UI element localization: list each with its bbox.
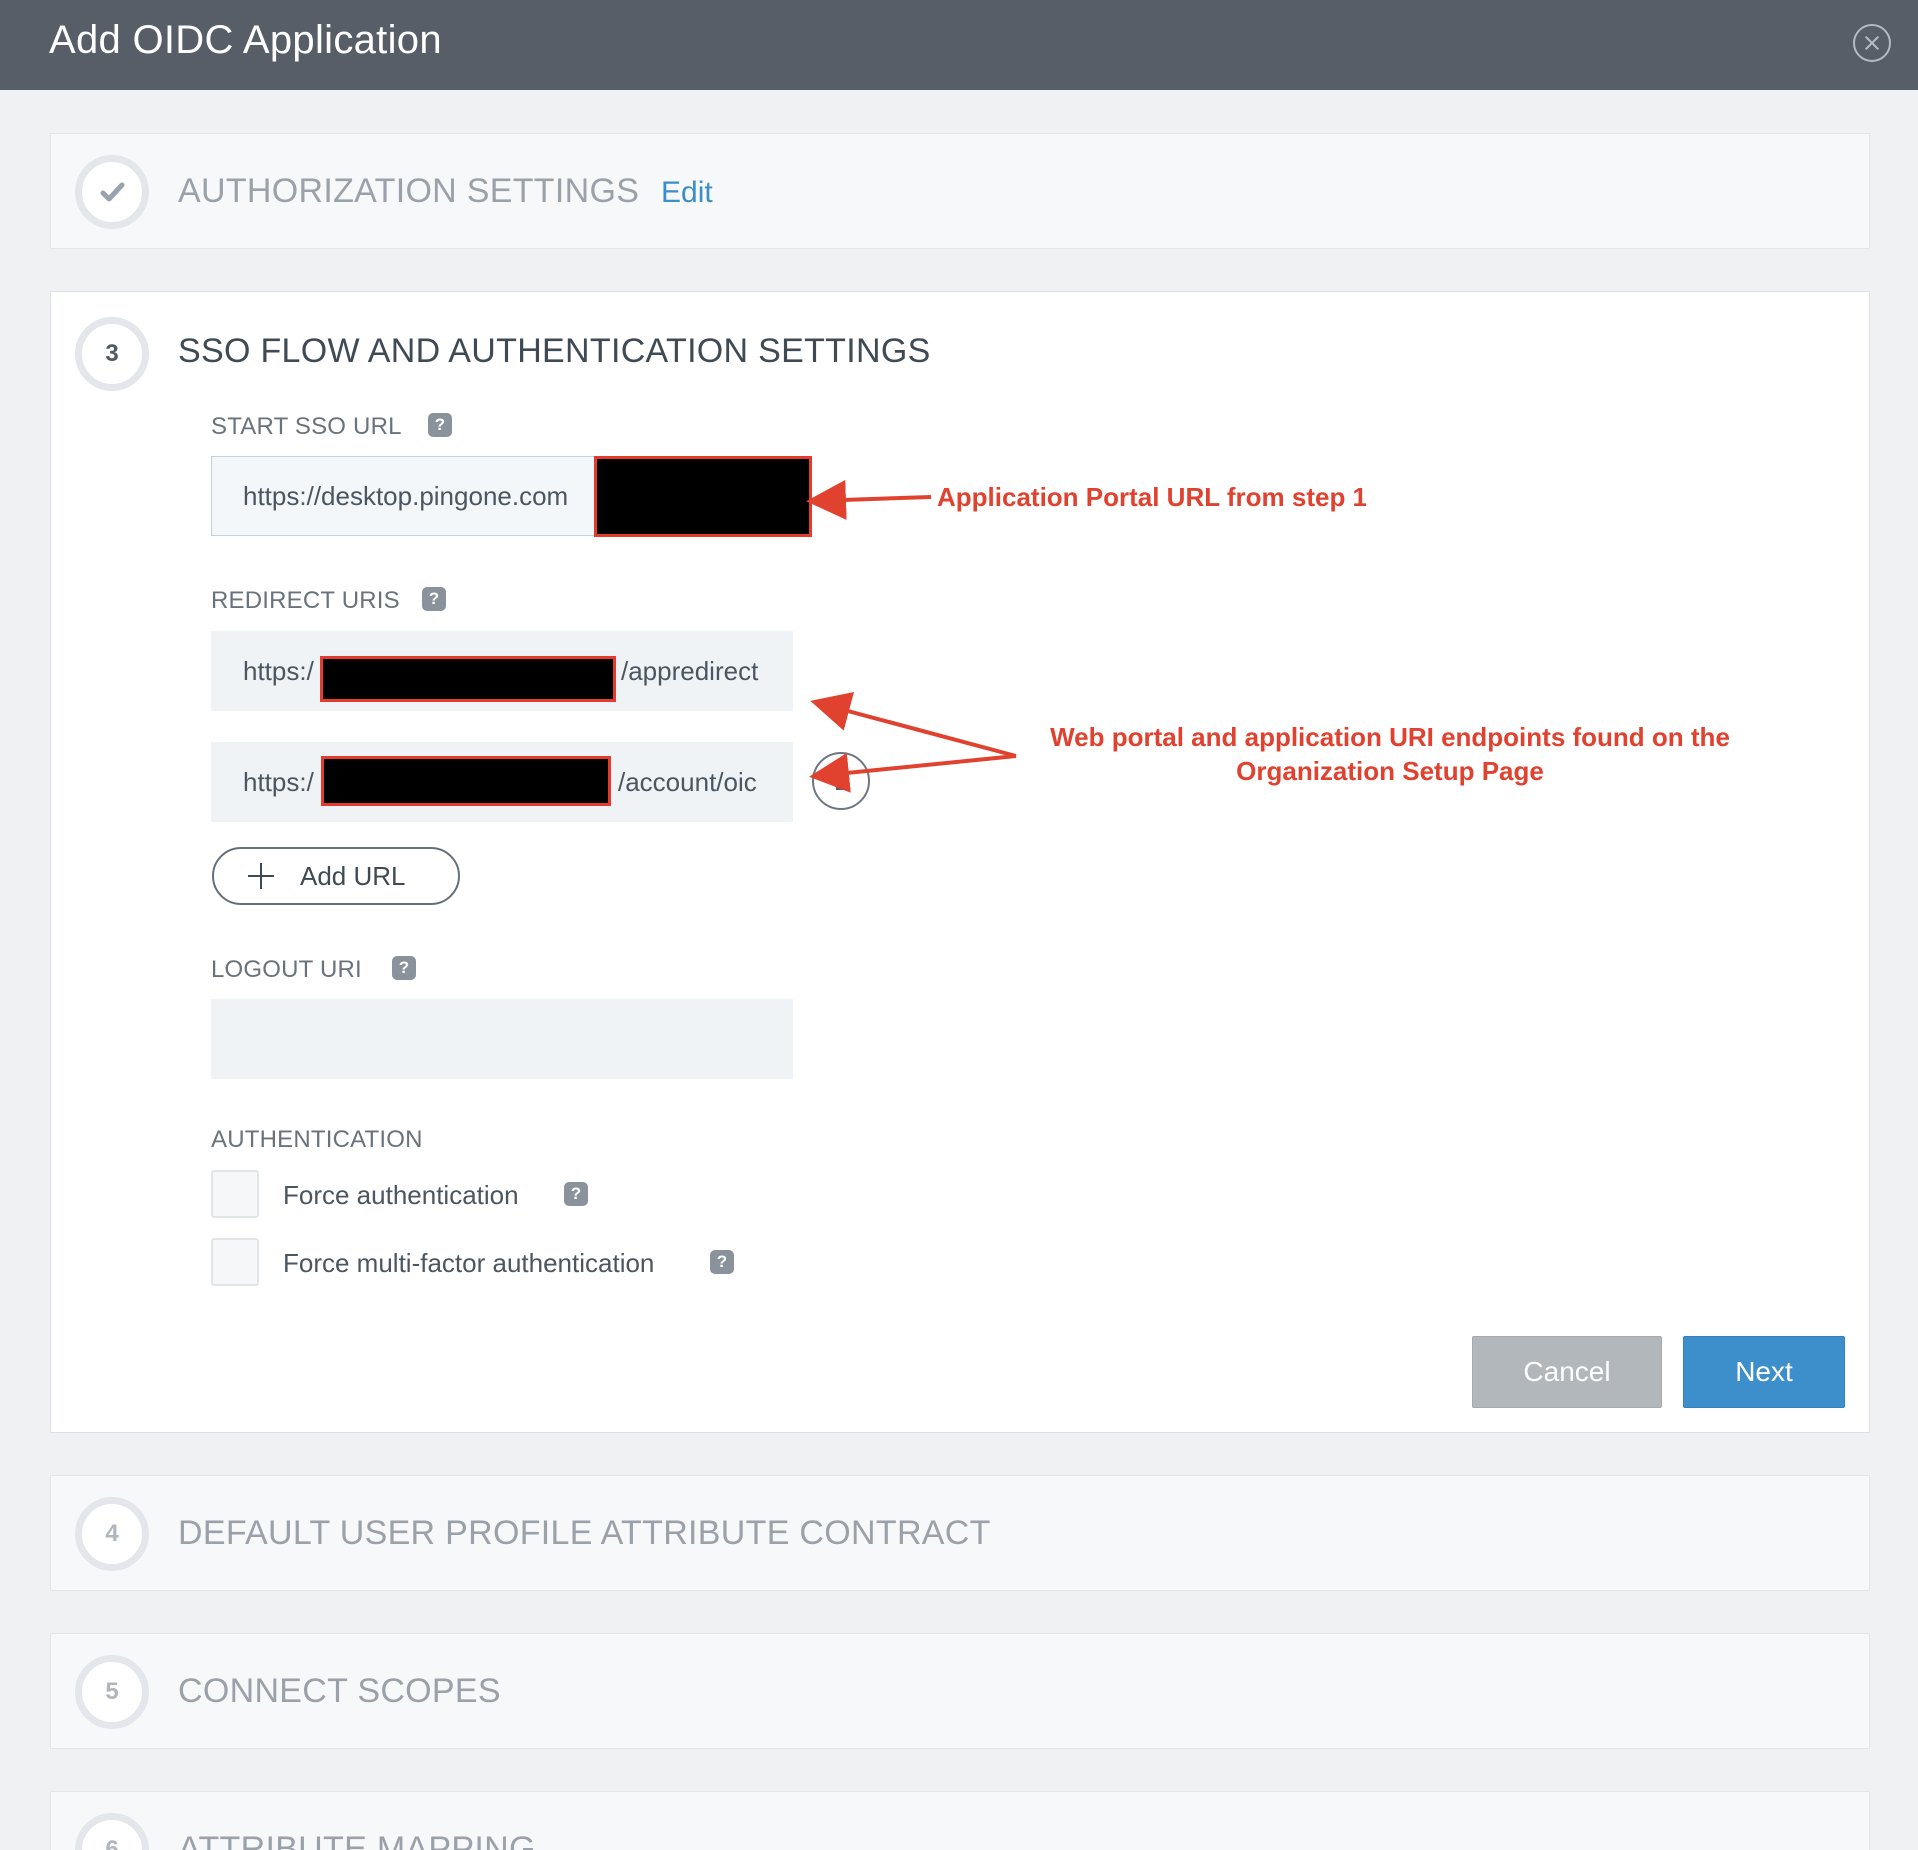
next-button[interactable]: Next	[1683, 1336, 1845, 1408]
close-icon[interactable]	[1853, 24, 1891, 62]
step-profile-attribute-contract: 4 DEFAULT USER PROFILE ATTRIBUTE CONTRAC…	[50, 1475, 1870, 1591]
authentication-label: AUTHENTICATION	[211, 1126, 423, 1153]
step-number: 6	[75, 1813, 149, 1850]
help-icon[interactable]: ?	[422, 587, 446, 611]
redirect-uri-prefix: https:/	[243, 766, 314, 797]
force-mfa-label[interactable]: Force multi-factor authentication	[283, 1248, 654, 1279]
step-number: 4	[75, 1497, 149, 1571]
trash-icon[interactable]	[812, 752, 870, 810]
step-title: DEFAULT USER PROFILE ATTRIBUTE CONTRACT	[178, 1514, 991, 1552]
start-sso-url-label: START SSO URL	[211, 413, 402, 440]
start-sso-url-value: https://desktop.pingone.com	[243, 480, 569, 511]
redirect-uri-prefix: https:/	[243, 655, 314, 686]
logout-uri-label: LOGOUT URI	[211, 956, 362, 983]
redaction-box	[594, 456, 812, 537]
add-url-button[interactable]: Add URL	[212, 847, 460, 905]
plus-icon	[248, 863, 274, 889]
force-mfa-checkbox[interactable]	[211, 1238, 259, 1286]
step-title: ATTRIBUTE MAPPING	[178, 1830, 536, 1850]
redirect-uris-label: REDIRECT URIS	[211, 587, 400, 614]
logout-uri-input[interactable]	[211, 999, 793, 1079]
step-number: 5	[75, 1655, 149, 1729]
redaction-box	[320, 656, 616, 702]
force-authentication-label[interactable]: Force authentication	[283, 1180, 519, 1211]
cancel-button[interactable]: Cancel	[1472, 1336, 1662, 1408]
step-connect-scopes: 5 CONNECT SCOPES	[50, 1633, 1870, 1749]
annotation-portal-url: Application Portal URL from step 1	[937, 482, 1368, 512]
step-sso-flow: 3 SSO FLOW AND AUTHENTICATION SETTINGS S…	[50, 291, 1870, 1433]
help-icon[interactable]: ?	[564, 1182, 588, 1206]
redaction-box	[321, 756, 611, 806]
step-title: SSO FLOW AND AUTHENTICATION SETTINGS	[178, 332, 931, 370]
step-title: CONNECT SCOPES	[178, 1672, 501, 1710]
annotation-endpoints-line2: Organization Setup Page	[1236, 756, 1544, 786]
redirect-uri-suffix: /account/oic	[618, 766, 757, 797]
redirect-uri-suffix: /appredirect	[621, 655, 759, 686]
annotation-endpoints-line1: Web portal and application URI endpoints…	[1050, 722, 1730, 752]
step-number: 3	[75, 317, 149, 391]
edit-link[interactable]: Edit	[661, 176, 713, 210]
dialog-title: Add OIDC Application	[49, 18, 442, 62]
checkmark-icon	[75, 155, 149, 229]
step-title: AUTHORIZATION SETTINGS	[178, 172, 640, 210]
help-icon[interactable]: ?	[392, 956, 416, 980]
help-icon[interactable]: ?	[428, 413, 452, 437]
dialog-titlebar: Add OIDC Application	[0, 0, 1918, 90]
add-url-label: Add URL	[300, 860, 406, 891]
force-authentication-checkbox[interactable]	[211, 1170, 259, 1218]
step-attribute-mapping: 6 ATTRIBUTE MAPPING	[50, 1791, 1870, 1850]
step-authorization-settings: AUTHORIZATION SETTINGS Edit	[50, 133, 1870, 249]
help-icon[interactable]: ?	[710, 1250, 734, 1274]
